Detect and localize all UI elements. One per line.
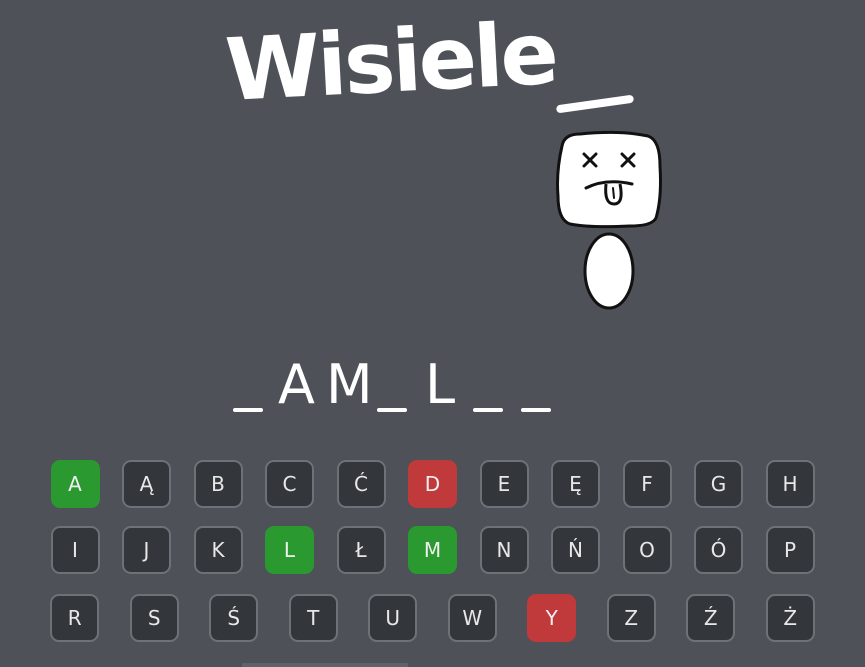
key-m[interactable]: M (408, 526, 457, 574)
key-ę[interactable]: Ę (551, 460, 600, 508)
key-ż[interactable]: Ż (765, 594, 815, 642)
word-slot-letter: M (326, 353, 373, 416)
keyboard-row-3: RSŚTUWYZŹŻ (0, 594, 865, 642)
key-k[interactable]: K (193, 526, 243, 574)
hangman-head (556, 130, 662, 229)
key-o[interactable]: O (622, 526, 672, 574)
key-z[interactable]: Z (606, 594, 656, 642)
word-slot-blank (473, 408, 503, 412)
word-slot-letter: L (424, 353, 456, 416)
key-c[interactable]: C (265, 460, 314, 508)
key-ł[interactable]: Ł (336, 526, 386, 574)
key-f[interactable]: F (622, 460, 672, 508)
title-underscore (555, 94, 635, 114)
key-j[interactable]: J (122, 526, 171, 574)
word-slot-blank (377, 408, 407, 412)
game-board: Wisiele AML AĄBCĆDEĘFGH IJKLŁMNŃOÓP RSŚT… (0, 0, 865, 667)
hangman-body (583, 232, 635, 310)
key-a[interactable]: A (50, 460, 100, 508)
key-s[interactable]: S (129, 594, 179, 642)
word-slot-letter: A (278, 353, 315, 416)
word-slot (230, 350, 266, 416)
key-r[interactable]: R (50, 594, 100, 642)
word-slot: L (422, 350, 458, 416)
key-n[interactable]: N (479, 526, 529, 574)
key-l[interactable]: L (265, 526, 314, 574)
word-slot: A (278, 350, 315, 416)
key-ń[interactable]: Ń (551, 526, 600, 574)
key-g[interactable]: G (694, 460, 743, 508)
game-title: Wisiele (223, 3, 559, 121)
key-y[interactable]: Y (527, 594, 577, 642)
key-ś[interactable]: Ś (209, 594, 259, 642)
key-e[interactable]: E (479, 460, 529, 508)
word-slots: AML (230, 346, 554, 416)
key-ą[interactable]: Ą (122, 460, 171, 508)
key-ź[interactable]: Ź (686, 594, 736, 642)
key-b[interactable]: B (193, 460, 243, 508)
key-d[interactable]: D (408, 460, 457, 508)
key-w[interactable]: W (447, 594, 497, 642)
hangman-dead-face-icon (556, 130, 662, 310)
key-ć[interactable]: Ć (336, 460, 386, 508)
word-slot (518, 350, 554, 416)
word-slot (374, 350, 410, 416)
keyboard-row-2: IJKLŁMNŃOÓP (0, 526, 865, 574)
word-slot (470, 350, 506, 416)
keyboard-row-1: AĄBCĆDEĘFGH (0, 460, 865, 508)
key-p[interactable]: P (765, 526, 815, 574)
word-slot: M (326, 350, 373, 416)
key-i[interactable]: I (50, 526, 100, 574)
key-ó[interactable]: Ó (694, 526, 743, 574)
key-h[interactable]: H (765, 460, 815, 508)
word-slot-blank (521, 408, 551, 412)
key-u[interactable]: U (368, 594, 418, 642)
key-t[interactable]: T (288, 594, 338, 642)
bottom-scroll-strip (242, 663, 408, 667)
word-slot-blank (233, 408, 263, 412)
